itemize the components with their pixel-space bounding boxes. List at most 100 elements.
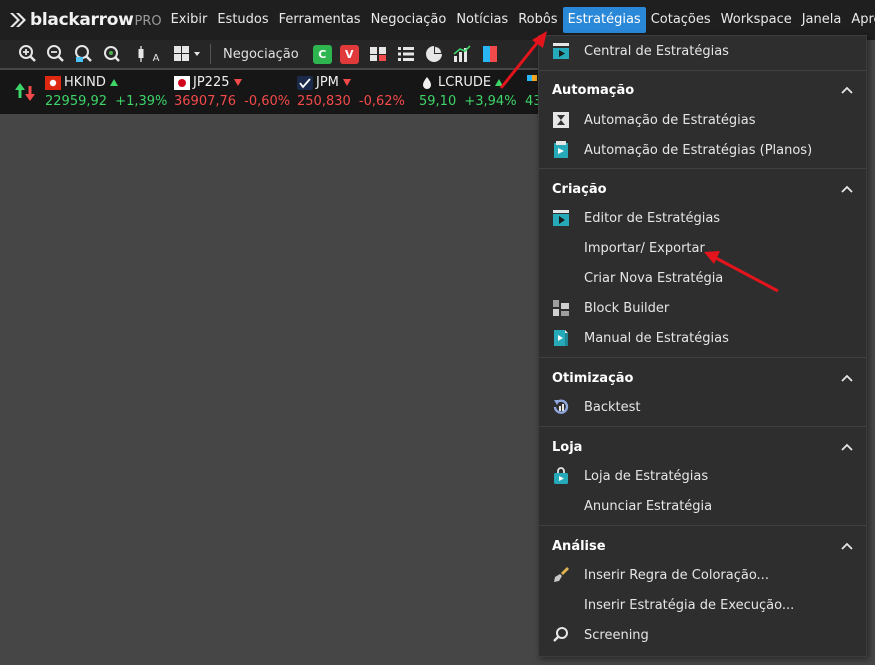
menu-noticias[interactable]: Notícias <box>451 7 513 33</box>
chevron-up-icon[interactable] <box>840 539 854 553</box>
ticker-item-jp225[interactable]: JP225 36907,76 -0,60% <box>174 70 294 114</box>
menu-divider <box>539 525 866 526</box>
menu-ferramentas[interactable]: Ferramentas <box>274 7 366 33</box>
ticker-change: +1,39% <box>115 94 168 109</box>
menu-item-automacao-estrategias[interactable]: Automação de Estratégias <box>539 105 866 135</box>
menu-item-label: Anunciar Estratégia <box>584 498 713 514</box>
color-split-icon[interactable] <box>479 43 501 65</box>
toolbar: A Negociação C V <box>0 40 540 68</box>
menu-item-label: Inserir Regra de Coloração... <box>584 567 769 583</box>
menu-item-central-estrategias[interactable]: Central de Estratégias <box>539 36 866 66</box>
editor-play-icon <box>551 208 571 228</box>
negociacao-label[interactable]: Negociação <box>223 47 299 62</box>
menu-item-label: Criar Nova Estratégia <box>584 270 724 286</box>
ticker-symbol: HKIND <box>64 75 106 90</box>
paint-brush-icon <box>551 565 571 585</box>
pie-chart-icon[interactable] <box>423 43 445 65</box>
bar-chart-icon[interactable] <box>451 43 473 65</box>
section-title: Análise <box>552 538 606 554</box>
menu-item-backtest[interactable]: Backtest <box>539 392 866 422</box>
menu-exibir[interactable]: Exibir <box>166 7 213 33</box>
menu-divider <box>539 70 866 71</box>
menu-item-label: Backtest <box>584 399 641 415</box>
ticker-updown-icon[interactable] <box>14 82 36 102</box>
section-header-criacao[interactable]: Criação <box>539 174 866 204</box>
menu-negociacao[interactable]: Negociação <box>366 7 452 33</box>
menu-item-editor-estrategias[interactable]: Editor de Estratégias <box>539 203 866 233</box>
menu-item-label: Block Builder <box>584 300 670 316</box>
sell-v-button[interactable]: V <box>339 44 359 64</box>
menu-janela[interactable]: Janela <box>797 7 847 33</box>
menu-estrategias[interactable]: Estratégias <box>562 7 646 33</box>
strategy-center-icon <box>551 41 571 61</box>
section-title: Loja <box>552 439 583 455</box>
ticker-symbol: JP225 <box>193 75 230 90</box>
menu-item-inserir-regra-coloracao[interactable]: Inserir Regra de Coloração... <box>539 560 866 590</box>
logo-arrow-icon <box>10 13 26 27</box>
menu-item-importar-exportar[interactable]: Importar/ Exportar <box>539 233 866 263</box>
menu-divider <box>539 168 866 169</box>
menu-aprenda[interactable]: Aprenda <box>846 7 875 33</box>
menu-item-manual-estrategias[interactable]: Manual de Estratégias <box>539 323 866 353</box>
app-logo: blackarrow PRO <box>8 0 162 40</box>
logo-suffix: PRO <box>134 13 162 29</box>
zoom-out-icon[interactable] <box>44 43 66 65</box>
layout-icon[interactable] <box>172 43 204 65</box>
zoom-in-icon[interactable] <box>16 43 38 65</box>
menu-item-anunciar-estrategia[interactable]: Anunciar Estratégia <box>539 491 866 521</box>
ticker-item-hkind[interactable]: HKIND 22959,92 +1,39% <box>45 70 170 114</box>
ticker-item-lcrude[interactable]: LCRUDE 59,10 +3,94% <box>419 70 519 114</box>
buy-c-button[interactable]: C <box>312 44 332 64</box>
robot-hourglass-icon <box>551 110 571 130</box>
section-header-otimizacao[interactable]: Otimização <box>539 363 866 393</box>
toolbar-divider <box>210 44 211 64</box>
ticker-change: -0,60% <box>244 94 291 109</box>
chevron-up-icon[interactable] <box>840 371 854 385</box>
menu-estudos[interactable]: Estudos <box>212 7 273 33</box>
candle-chart-icon[interactable]: A <box>134 43 160 65</box>
ticker-bar: HKIND 22959,92 +1,39% JP225 36907,76 -0,… <box>0 70 542 114</box>
menu-item-block-builder[interactable]: Block Builder <box>539 293 866 323</box>
book-icon[interactable] <box>367 43 389 65</box>
zoom-fit-icon[interactable] <box>72 43 94 65</box>
menu-robos[interactable]: Robôs <box>513 7 562 33</box>
ticker-price: 59,10 <box>419 94 457 109</box>
section-header-loja[interactable]: Loja <box>539 432 866 462</box>
menu-cotacoes[interactable]: Cotações <box>646 7 716 33</box>
chevron-up-icon[interactable] <box>840 83 854 97</box>
blocks-icon <box>551 298 571 318</box>
ticker-symbol: LCRUDE <box>438 75 492 90</box>
menu-item-label: Automação de Estratégias (Planos) <box>584 142 813 158</box>
section-header-analise[interactable]: Análise <box>539 531 866 561</box>
menu-item-label: Editor de Estratégias <box>584 210 721 226</box>
ticker-price: 36907,76 <box>174 94 237 109</box>
ticker-price: 250,830 <box>297 94 351 109</box>
section-title: Otimização <box>552 370 634 386</box>
menu-workspace[interactable]: Workspace <box>716 7 797 33</box>
up-arrow-icon <box>109 79 118 86</box>
ticker-item-jpm[interactable]: JPM 250,830 -0,62% <box>297 70 417 114</box>
menu-item-automacao-planos[interactable]: Automação de Estratégias (Planos) <box>539 135 866 165</box>
logo-text: blackarrow <box>30 10 134 30</box>
search-icon <box>551 625 571 645</box>
up-arrow-icon <box>495 79 504 86</box>
ticker-change: -0,62% <box>358 94 405 109</box>
hong-kong-flag-icon <box>45 75 61 90</box>
zoom-reset-icon[interactable] <box>100 43 122 65</box>
section-title: Criação <box>552 181 607 197</box>
menu-item-inserir-estrategia-execucao[interactable]: Inserir Estratégia de Execução... <box>539 590 866 620</box>
menu-item-loja-estrategias[interactable]: Loja de Estratégias <box>539 461 866 491</box>
estrategias-dropdown-menu: Central de Estratégias Automação Automaç… <box>538 35 867 657</box>
list-icon[interactable] <box>395 43 417 65</box>
chevron-up-icon[interactable] <box>840 182 854 196</box>
section-header-automacao[interactable]: Automação <box>539 75 866 105</box>
oil-drop-icon <box>423 76 431 89</box>
menu-item-screening[interactable]: Screening <box>539 620 866 650</box>
menu-item-criar-nova-estrategia[interactable]: Criar Nova Estratégia <box>539 263 866 293</box>
menu-item-label: Loja de Estratégias <box>584 468 709 484</box>
check-logo-icon <box>297 75 313 90</box>
ticker-logo-icon <box>527 75 537 81</box>
chevron-up-icon[interactable] <box>840 440 854 454</box>
menu-item-label: Manual de Estratégias <box>584 330 729 346</box>
ticker-change: +3,94% <box>464 94 517 109</box>
